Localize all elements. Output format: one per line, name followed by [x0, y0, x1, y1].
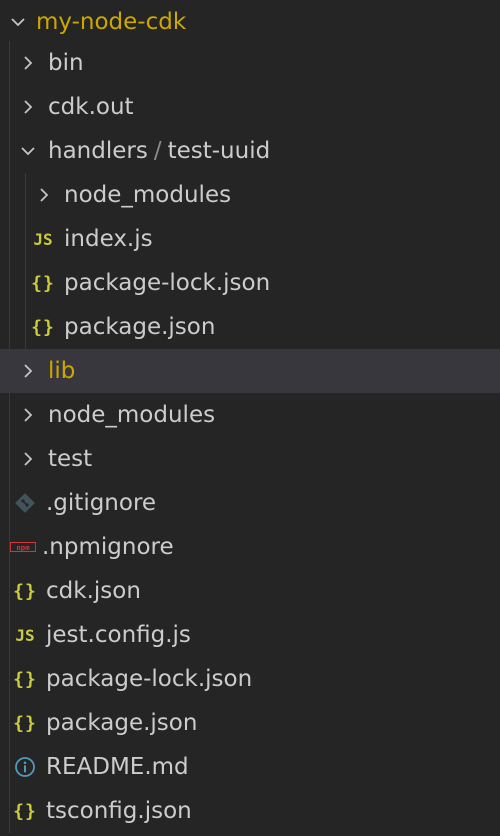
tree-file-package-json-nested[interactable]: {} package.json — [0, 305, 500, 349]
tree-root-label: my-node-cdk — [36, 9, 187, 35]
tree-item-label: package.json — [46, 710, 198, 736]
indent-guide — [25, 173, 26, 217]
tree-item-label: node_modules — [48, 402, 216, 428]
indent-guide — [9, 437, 10, 481]
tree-folder-test[interactable]: test — [0, 437, 500, 481]
tree-item-label: jest.config.js — [46, 622, 191, 648]
indent-guide — [9, 613, 10, 657]
tree-item-label: README.md — [46, 754, 189, 780]
json-file-icon: {} — [31, 272, 55, 294]
npm-icon-text: npm — [16, 543, 30, 552]
tree-item-label: lib — [48, 358, 76, 384]
tree-item-label: index.js — [64, 226, 153, 252]
indent-guide — [9, 217, 10, 261]
chevron-down-icon[interactable] — [16, 139, 40, 163]
tree-item-label: package.json — [64, 314, 216, 340]
json-file-icon: {} — [13, 580, 37, 602]
tree-item-label: .npmignore — [42, 534, 174, 560]
tree-item-label: .gitignore — [46, 490, 157, 516]
indent-guide — [25, 261, 26, 305]
tree-item-label: cdk.json — [46, 578, 141, 604]
npm-icon: npm — [10, 535, 36, 559]
tree-file-package-lock-json[interactable]: {} package-lock.json — [0, 657, 500, 701]
indent-guide — [25, 217, 26, 261]
indent-guide — [9, 349, 10, 393]
chevron-right-icon[interactable] — [32, 183, 56, 207]
chevron-right-icon[interactable] — [16, 51, 40, 75]
tree-item-label: package-lock.json — [64, 270, 271, 296]
compact-folder-test-uuid[interactable]: test-uuid — [168, 138, 271, 164]
tree-root-my-node-cdk[interactable]: my-node-cdk — [0, 0, 500, 44]
tree-item-label: package-lock.json — [46, 666, 253, 692]
javascript-file-icon: JS — [15, 625, 35, 645]
indent-guide — [9, 173, 10, 217]
tree-folder-handlers-test-uuid[interactable]: handlers / test-uuid — [0, 129, 500, 173]
chevron-right-icon[interactable] — [16, 95, 40, 119]
indent-guide — [9, 41, 10, 85]
tree-folder-cdk-out[interactable]: cdk.out — [0, 85, 500, 129]
chevron-right-icon[interactable] — [16, 403, 40, 427]
json-file-icon: {} — [31, 316, 55, 338]
info-icon — [12, 755, 38, 779]
tree-item-label: test — [48, 446, 93, 472]
indent-guide — [9, 745, 10, 789]
indent-guide — [9, 569, 10, 613]
tree-folder-node-modules-nested[interactable]: node_modules — [0, 173, 500, 217]
indent-guide — [9, 481, 10, 525]
indent-guide — [9, 701, 10, 745]
json-file-icon: {} — [13, 668, 37, 690]
file-explorer: my-node-cdk bin cdk.out handlers / test-uu… — [0, 0, 500, 836]
json-file-icon: {} — [13, 800, 37, 822]
tree-file-package-json[interactable]: {} package.json — [0, 701, 500, 745]
tree-item-label: node_modules — [64, 182, 232, 208]
tree-file-jest-config-js[interactable]: JS jest.config.js — [0, 613, 500, 657]
tree-folder-node-modules[interactable]: node_modules — [0, 393, 500, 437]
tree-folder-lib[interactable]: lib — [0, 349, 500, 393]
chevron-down-icon[interactable] — [6, 10, 30, 34]
git-icon — [12, 491, 38, 515]
javascript-file-icon: JS — [33, 229, 53, 249]
indent-guide — [25, 305, 26, 349]
tree-file-readme-md[interactable]: README.md — [0, 745, 500, 789]
compact-folder-separator: / — [153, 138, 162, 164]
tree-file-index-js[interactable]: JS index.js — [0, 217, 500, 261]
tree-file-npmignore[interactable]: npm .npmignore — [0, 525, 500, 569]
tree-file-tsconfig-json[interactable]: {} tsconfig.json — [0, 789, 500, 833]
json-file-icon: {} — [13, 712, 37, 734]
tree-folder-bin[interactable]: bin — [0, 41, 500, 85]
compact-folder-handlers[interactable]: handlers — [48, 138, 148, 164]
tree-item-label: bin — [48, 50, 84, 76]
indent-guide — [9, 129, 10, 173]
chevron-right-icon[interactable] — [16, 447, 40, 471]
indent-guide — [9, 789, 10, 833]
indent-guide — [9, 85, 10, 129]
indent-guide — [9, 657, 10, 701]
tree-file-gitignore[interactable]: .gitignore — [0, 481, 500, 525]
indent-guide — [9, 305, 10, 349]
tree-item-label: tsconfig.json — [46, 798, 192, 824]
indent-guide — [9, 525, 10, 569]
indent-guide — [9, 261, 10, 305]
tree-file-cdk-json[interactable]: {} cdk.json — [0, 569, 500, 613]
tree-item-label: cdk.out — [48, 94, 134, 120]
chevron-right-icon[interactable] — [16, 359, 40, 383]
tree-file-package-lock-json-nested[interactable]: {} package-lock.json — [0, 261, 500, 305]
indent-guide — [9, 393, 10, 437]
